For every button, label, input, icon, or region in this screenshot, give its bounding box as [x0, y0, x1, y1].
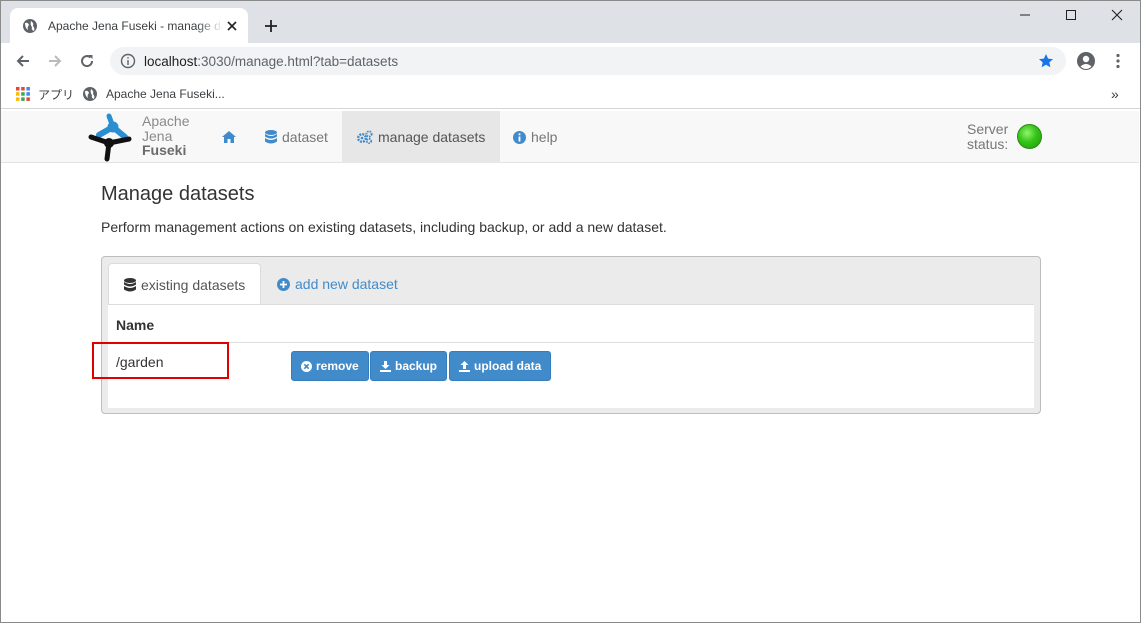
bookmark-label: アプリ — [38, 87, 75, 102]
nav-manage-datasets[interactable]: manage datasets — [342, 111, 501, 163]
apps-grid-icon — [16, 87, 30, 101]
times-circle-icon — [301, 360, 312, 372]
logo-line: Fuseki — [142, 142, 187, 158]
backup-button[interactable]: backup — [370, 351, 448, 381]
logo-line: Jena — [142, 127, 173, 144]
info-icon[interactable] — [120, 53, 136, 69]
nav-dataset[interactable]: dataset — [250, 111, 343, 163]
tab-label: add new dataset — [295, 276, 398, 292]
highlight-annotation-box — [92, 342, 229, 379]
home-icon — [222, 131, 236, 143]
window-close-button[interactable] — [1094, 0, 1140, 30]
tab-existing-datasets[interactable]: existing datasets — [108, 263, 262, 305]
bookmark-apps[interactable]: アプリ — [16, 85, 74, 103]
nav-label: dataset — [282, 129, 328, 145]
top-navbar: Apache Jena Fuseki dataset manage datase… — [1, 111, 1139, 163]
browser-tab[interactable]: Apache Jena Fuseki - manage datasets — [10, 8, 248, 43]
nav-home[interactable] — [207, 111, 256, 163]
browser-toolbar: localhost:3030/manage.html?tab=datasets — [0, 43, 1141, 79]
download-icon — [380, 360, 391, 372]
minimize-button[interactable] — [1002, 0, 1048, 30]
fuseki-logo[interactable] — [85, 113, 141, 163]
nav-label: manage datasets — [378, 129, 486, 145]
new-tab-button[interactable] — [260, 15, 282, 37]
button-label: upload data — [474, 359, 542, 373]
server-status-line: status: — [967, 135, 1009, 152]
button-label: backup — [395, 359, 438, 373]
plus-circle-icon — [277, 277, 290, 291]
cogs-icon — [357, 130, 373, 144]
chevron-double-right-icon: » — [1111, 86, 1119, 102]
profile-avatar-icon[interactable] — [1073, 48, 1099, 74]
globe-icon — [22, 18, 38, 34]
button-label: remove — [316, 359, 359, 373]
bookmark-fuseki[interactable]: Apache Jena Fuseki... — [82, 85, 225, 103]
globe-icon — [83, 87, 97, 101]
datasets-table: Name /garden remove backup upload data — [92, 304, 1034, 408]
upload-icon — [459, 360, 470, 372]
tab-strip: Apache Jena Fuseki - manage datasets — [0, 0, 1141, 43]
table-divider — [108, 342, 1034, 343]
back-button[interactable] — [10, 48, 36, 74]
bookmarks-bar: アプリ Apache Jena Fuseki... » — [0, 79, 1141, 109]
maximize-button[interactable] — [1048, 0, 1094, 30]
logo-line: Apache — [142, 113, 190, 129]
remove-button[interactable]: remove — [291, 351, 369, 381]
bookmark-star-icon[interactable] — [1038, 53, 1054, 69]
tab-title: Apache Jena Fuseki - manage datasets — [48, 18, 223, 33]
page-title: Manage datasets — [101, 183, 255, 205]
tab-add-new-dataset[interactable]: add new dataset — [262, 263, 413, 305]
kebab-menu-icon[interactable] — [1105, 48, 1131, 74]
nav-help[interactable]: help — [498, 111, 572, 163]
server-status-indicator — [1017, 124, 1042, 149]
close-icon[interactable] — [224, 18, 240, 34]
address-bar[interactable]: localhost:3030/manage.html?tab=datasets — [110, 47, 1066, 75]
bookmark-label: Apache Jena Fuseki... — [106, 87, 225, 101]
reload-button[interactable] — [74, 48, 100, 74]
database-icon — [265, 130, 277, 144]
url-path: :3030/manage.html?tab=datasets — [197, 53, 399, 69]
column-header-name: Name — [116, 317, 155, 333]
bookmarks-overflow-button[interactable]: » — [1111, 85, 1119, 103]
nav-label: help — [531, 129, 558, 145]
upload-data-button[interactable]: upload data — [449, 351, 552, 381]
tab-label: existing datasets — [141, 276, 246, 293]
datasets-panel: existing datasets add new dataset Name /… — [92, 256, 1041, 414]
url-text: localhost:3030/manage.html?tab=datasets — [144, 54, 398, 69]
page-description: Perform management actions on existing d… — [101, 219, 667, 235]
forward-button[interactable] — [42, 48, 68, 74]
logo-text[interactable]: Apache Jena Fuseki — [142, 114, 189, 158]
database-icon — [124, 277, 136, 291]
server-status-label: Server status: — [967, 122, 1008, 151]
info-circle-icon — [513, 130, 526, 144]
server-status-line: Server — [967, 121, 1009, 137]
url-host: localhost — [144, 53, 198, 69]
